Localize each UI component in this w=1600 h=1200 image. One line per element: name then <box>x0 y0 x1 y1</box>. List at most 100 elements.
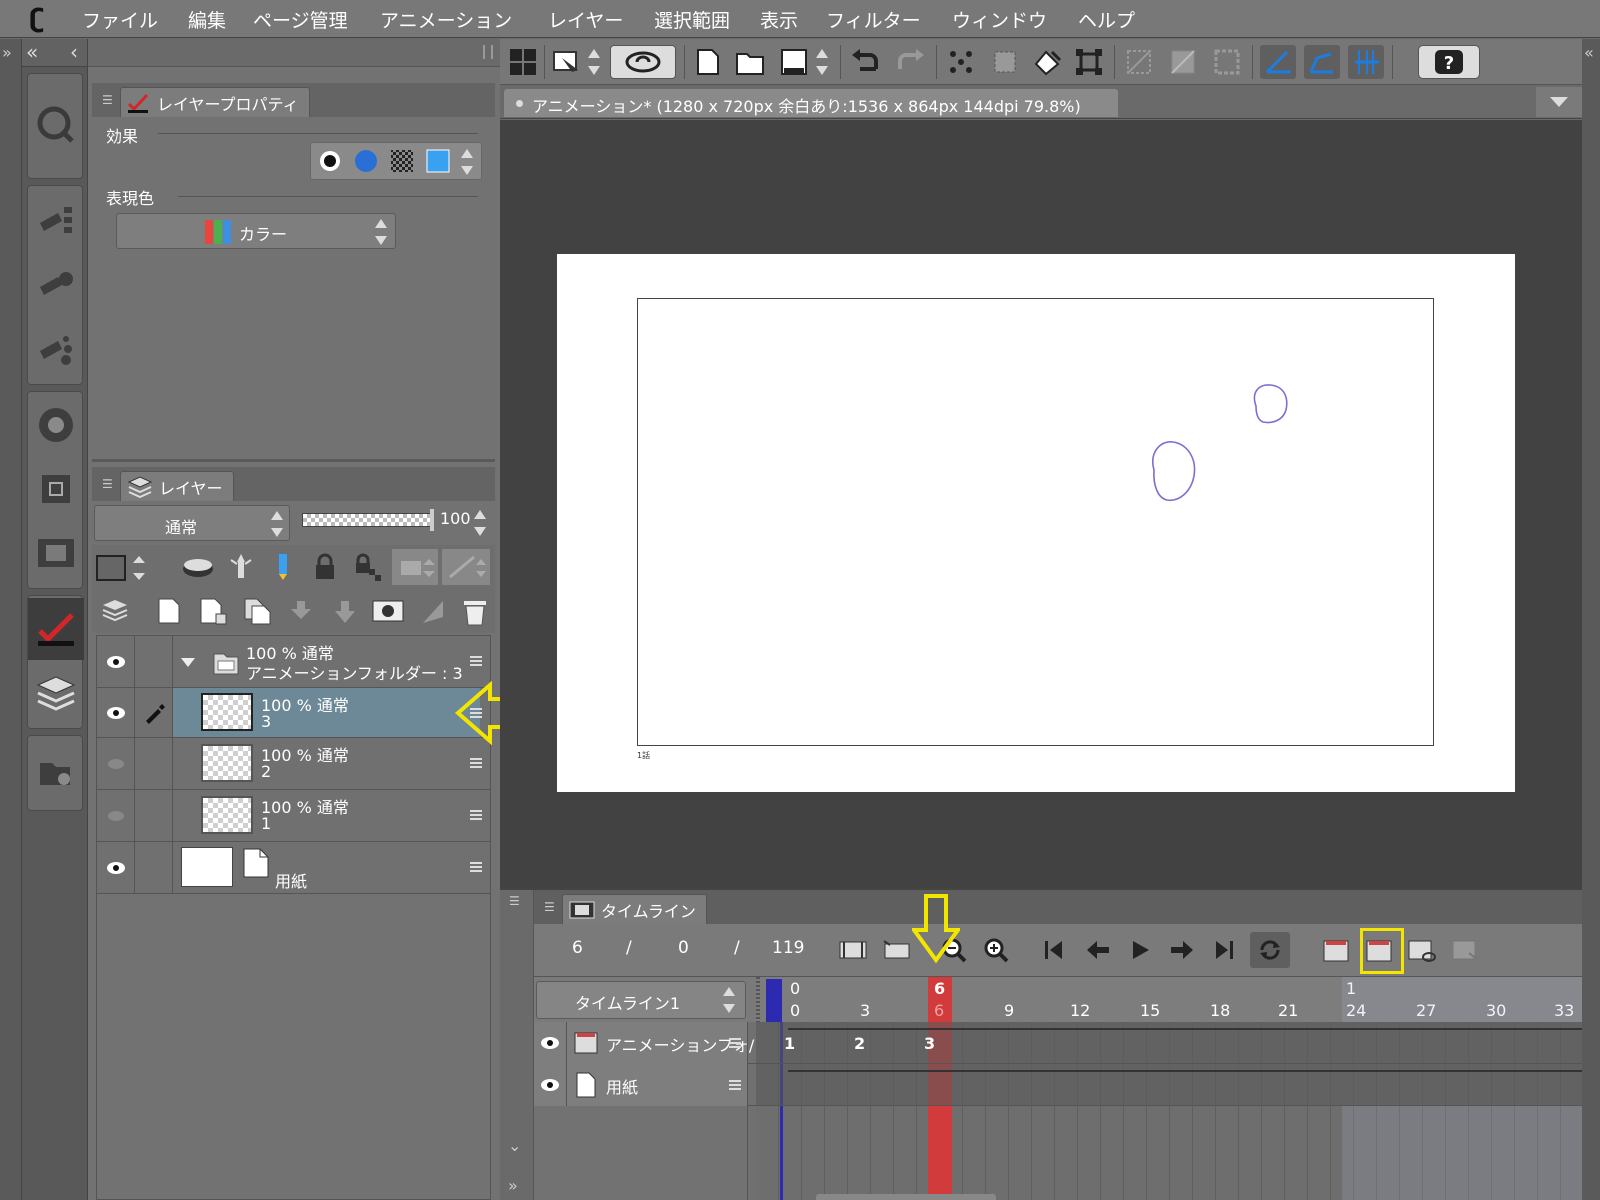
tab-layer[interactable]: レイヤー <box>120 471 234 501</box>
grid-view-icon[interactable] <box>508 47 538 77</box>
tab-list-dropdown-icon[interactable] <box>1536 87 1582 117</box>
lock-layer-icon[interactable] <box>310 551 340 583</box>
blend-mode-dropdown[interactable]: 通常 <box>94 505 290 541</box>
panel-splitter[interactable] <box>92 459 495 462</box>
rename-cel-icon[interactable] <box>1406 934 1438 966</box>
document-tab[interactable]: アニメーション* (1280 x 720px 余白あり:1536 x 864px… <box>504 89 1118 117</box>
last-frame-icon[interactable] <box>1210 936 1238 964</box>
quick-access-icon[interactable] <box>28 94 84 156</box>
layer-row-1[interactable]: 100 % 通常 1 <box>97 790 490 842</box>
tab-timeline[interactable]: タイムライン <box>562 894 707 924</box>
menu-filter[interactable]: フィルター <box>826 6 921 33</box>
new-vector-layer-icon[interactable] <box>196 595 230 627</box>
transform-icon[interactable] <box>1072 47 1106 77</box>
opacity-spin-icon[interactable] <box>474 510 486 536</box>
eye-icon[interactable] <box>540 1036 560 1050</box>
reference-layer-icon[interactable] <box>226 551 256 583</box>
panel-grip[interactable] <box>88 39 501 67</box>
help-icon[interactable]: ? <box>1418 45 1480 79</box>
layer-row-menu-icon[interactable] <box>470 862 482 872</box>
delete-layer-icon[interactable] <box>458 595 492 629</box>
layer-color-icon[interactable] <box>353 148 379 174</box>
spin-icon[interactable] <box>816 49 828 75</box>
timeline-track-paper[interactable]: 用紙 <box>534 1064 1582 1106</box>
menu-layer[interactable]: レイヤー <box>548 6 623 33</box>
next-frame-icon[interactable] <box>1168 936 1196 964</box>
clip-to-lower-icon[interactable] <box>180 553 216 583</box>
layer-mask-icon[interactable] <box>370 595 406 627</box>
undo-icon[interactable] <box>848 47 884 77</box>
start-frame[interactable]: 0 <box>678 938 689 958</box>
color-wheel-icon[interactable] <box>28 394 84 456</box>
preview-start-marker[interactable] <box>766 979 782 1023</box>
eye-icon[interactable] <box>540 1078 560 1092</box>
track-header[interactable]: アニメーションフォ/ <box>534 1022 754 1064</box>
loop-playback-icon[interactable] <box>1250 932 1290 968</box>
snap-to-special-ruler-icon[interactable] <box>1304 45 1340 79</box>
zoom-in-icon[interactable] <box>982 936 1010 964</box>
folder-collapse-arrow-icon[interactable] <box>181 658 195 667</box>
brush-size-icon[interactable] <box>28 316 84 378</box>
border-effect-icon[interactable] <box>317 148 343 174</box>
layer-property-tool-icon[interactable] <box>28 598 84 660</box>
play-icon[interactable] <box>1126 936 1154 964</box>
panel-menu-icon[interactable]: ☰ <box>509 894 520 908</box>
visibility-toggle[interactable] <box>97 738 135 789</box>
opacity-slider-handle[interactable] <box>430 509 434 531</box>
tone-icon[interactable] <box>389 148 415 174</box>
layer-row-paper[interactable]: 用紙 <box>97 842 490 894</box>
new-layer-folder-icon[interactable] <box>240 595 274 627</box>
draft-layer-icon[interactable] <box>268 551 298 583</box>
redo-icon[interactable] <box>892 47 928 77</box>
menu-window[interactable]: ウィンドウ <box>952 6 1047 33</box>
canvas-paper[interactable]: 1話 <box>557 254 1515 792</box>
layer-row-menu-icon[interactable] <box>470 810 482 820</box>
new-animation-cel-icon[interactable] <box>1320 934 1352 966</box>
lock-transparent-icon[interactable] <box>352 551 382 583</box>
menu-edit[interactable]: 編集 <box>188 6 226 33</box>
new-timeline-icon[interactable] <box>838 936 868 964</box>
layer-row-menu-icon[interactable] <box>470 758 482 768</box>
menu-file[interactable]: ファイル <box>82 6 158 33</box>
modify-icon[interactable] <box>550 47 584 77</box>
opacity-value[interactable]: 100 <box>440 509 471 528</box>
timeline-selector[interactable]: タイムライン1 <box>536 981 746 1019</box>
layer-color-select-icon[interactable] <box>94 553 148 583</box>
previous-frame-icon[interactable] <box>1084 936 1112 964</box>
layer-row-2[interactable]: 100 % 通常 2 <box>97 738 490 790</box>
new-raster-layer-icon[interactable] <box>152 595 186 627</box>
edit-target-cell[interactable] <box>135 636 173 687</box>
layer-row-menu-icon[interactable] <box>470 656 482 666</box>
layer-row-3[interactable]: 100 % 通常 3 <box>97 688 490 738</box>
visibility-toggle[interactable] <box>97 842 135 893</box>
tool-property-icon[interactable] <box>28 252 84 314</box>
navigator-icon[interactable] <box>28 458 84 520</box>
horizontal-scrollbar[interactable] <box>816 1194 996 1200</box>
expression-color-dropdown[interactable]: カラー <box>116 213 396 249</box>
menu-help[interactable]: ヘルプ <box>1078 6 1135 33</box>
ruler-icon[interactable] <box>416 595 450 627</box>
collapse-arrow-icon[interactable]: ‹ <box>70 40 78 64</box>
layer-color-square-icon[interactable] <box>425 148 451 174</box>
track-menu-icon[interactable] <box>729 1038 741 1048</box>
visibility-toggle[interactable] <box>97 636 135 687</box>
timeline-film-icon[interactable] <box>28 522 84 584</box>
save-icon[interactable] <box>778 45 810 79</box>
material-folder-icon[interactable] <box>28 742 84 804</box>
clear-selection-icon[interactable] <box>944 47 978 77</box>
fill-icon[interactable] <box>1030 47 1064 77</box>
scroll-down-icon[interactable]: ⌄ <box>508 1136 521 1155</box>
new-file-icon[interactable] <box>692 45 724 79</box>
first-frame-icon[interactable] <box>1040 936 1068 964</box>
collapse-left-icon[interactable]: « <box>26 40 38 64</box>
edit-target-cell[interactable] <box>135 790 173 841</box>
clip-studio-button[interactable] <box>610 45 676 79</box>
tab-layer-property[interactable]: レイヤープロパティ <box>120 87 310 117</box>
layer-row-folder[interactable]: 100 % 通常 アニメーションフォルダー : 3 <box>97 636 490 688</box>
visibility-toggle[interactable] <box>97 688 135 737</box>
menu-view[interactable]: 表示 <box>760 6 798 33</box>
edit-target-cell[interactable] <box>135 842 173 893</box>
expand-dock-icon[interactable]: » <box>2 43 12 62</box>
layers-icon[interactable] <box>28 662 84 724</box>
track-menu-icon[interactable] <box>729 1080 741 1090</box>
